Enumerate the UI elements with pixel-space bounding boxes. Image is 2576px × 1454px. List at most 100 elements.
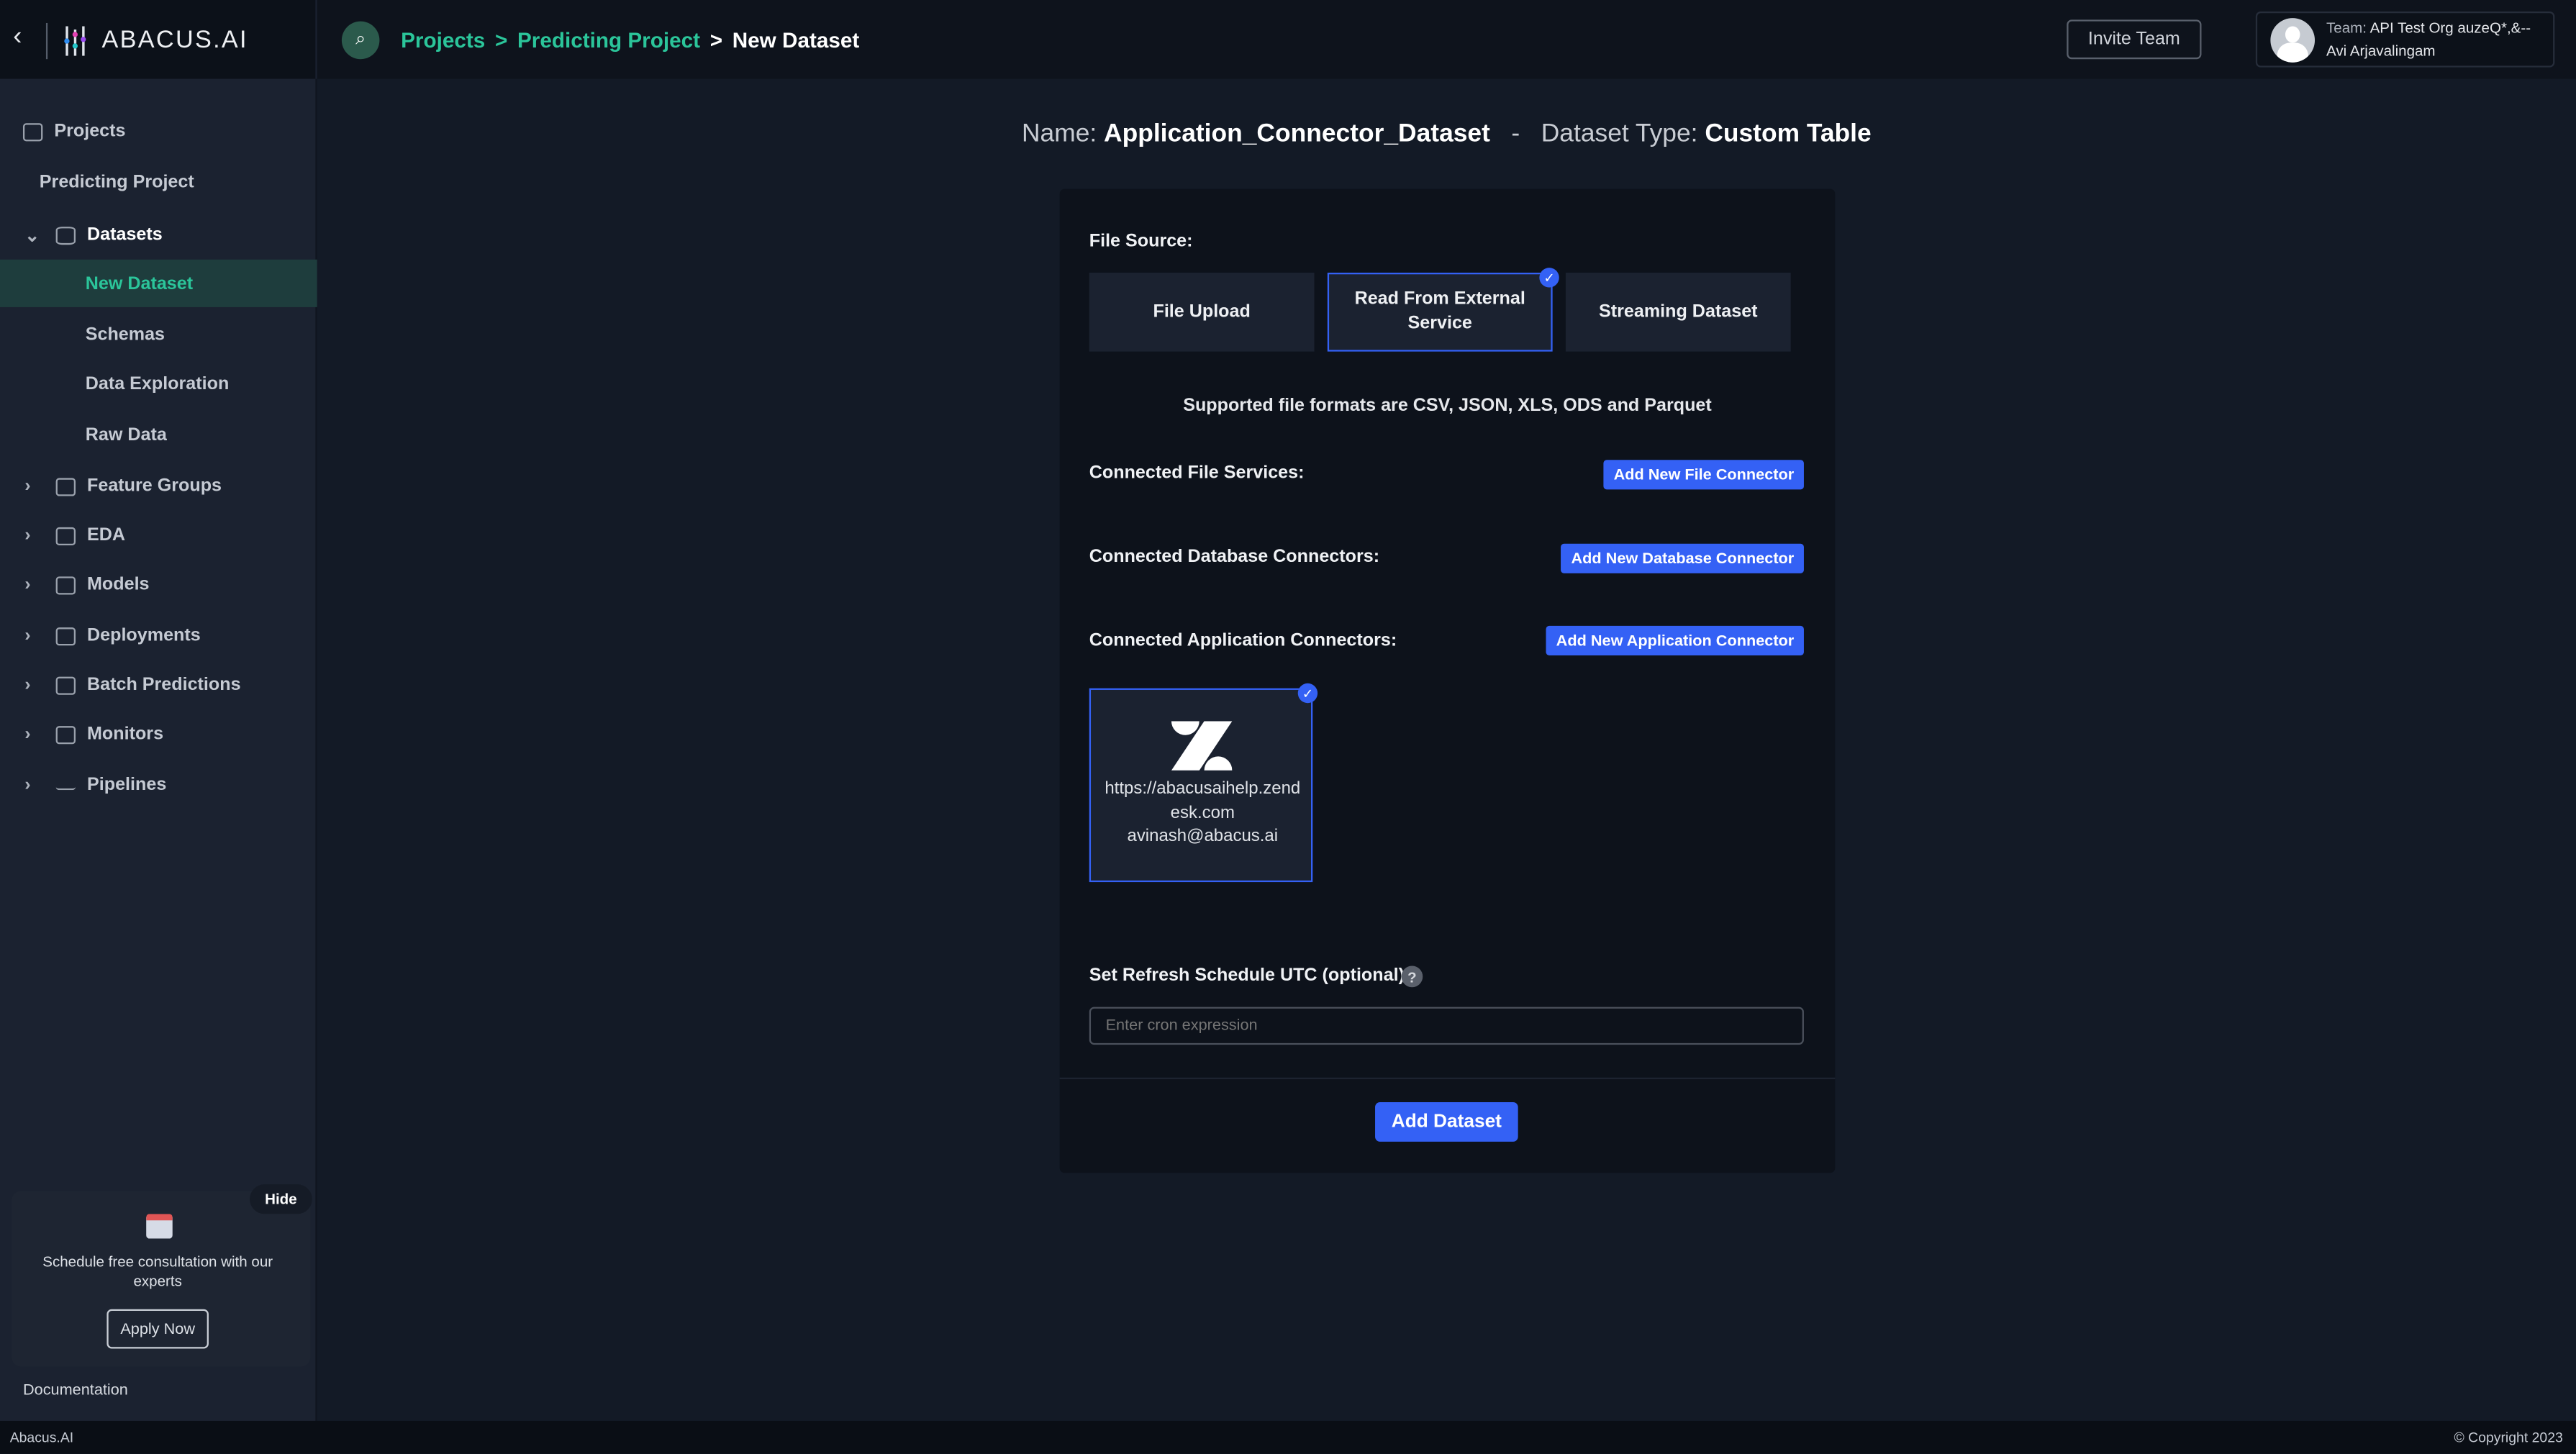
sidebar-item-label: Deployments	[87, 625, 201, 646]
add-file-connector-button[interactable]: Add New File Connector	[1603, 460, 1804, 490]
connector-email: avinash@abacus.ai	[1127, 826, 1279, 846]
batch-predictions-icon	[55, 676, 76, 694]
breadcrumb-sep: >	[709, 27, 723, 53]
sidebar-item-label: EDA	[87, 525, 126, 546]
chevron-down-icon: ⌄	[24, 225, 40, 246]
breadcrumb-predicting-project[interactable]: Predicting Project	[517, 28, 700, 53]
breadcrumb: Projects > Predicting Project > New Data…	[401, 28, 859, 53]
account-menu[interactable]: Team: API Test Org auzeQ*,&-- Avi Arjava…	[2255, 11, 2555, 68]
sidebar-item-label: Raw Data	[85, 425, 167, 445]
apply-now-button[interactable]: Apply Now	[106, 1309, 209, 1349]
deployments-icon	[55, 627, 76, 645]
connector-url: https://abacusaihelp.zendesk.com	[1105, 778, 1301, 823]
divider	[45, 22, 48, 60]
chevron-right-icon: ›	[24, 525, 31, 546]
hide-button[interactable]: Hide	[250, 1184, 312, 1214]
avatar	[2270, 18, 2316, 63]
chevron-right-icon: ›	[24, 575, 31, 595]
file-services-label: Connected File Services:	[1089, 463, 1305, 483]
add-dataset-button[interactable]: Add Dataset	[1375, 1102, 1518, 1142]
sidebar-item-deployments[interactable]: › Deployments	[0, 613, 317, 659]
title-dash: -	[1511, 119, 1520, 148]
brand-name: ABACUS.AI	[101, 26, 248, 55]
sidebar-item-new-dataset[interactable]: New Dataset	[0, 259, 317, 307]
folder-icon	[22, 122, 43, 141]
sidebar-item-pipelines[interactable]: › Pipelines	[0, 762, 317, 808]
add-database-connector-button[interactable]: Add New Database Connector	[1561, 543, 1804, 573]
chevron-right-icon: ›	[24, 625, 31, 646]
page-title: Name: Application_Connector_Dataset - Da…	[317, 120, 2576, 150]
sidebar-item-projects[interactable]: Projects	[0, 109, 317, 155]
promo-text: Schedule free consultation with our expe…	[42, 1253, 273, 1290]
sidebar-item-label: Predicting Project	[39, 172, 194, 193]
sidebar-item-datasets[interactable]: ⌄ Datasets	[0, 212, 317, 258]
sidebar-item-label: Models	[87, 575, 150, 595]
sidebar-item-eda[interactable]: › EDA	[0, 512, 317, 558]
sidebar-item-feature-groups[interactable]: › Feature Groups	[0, 463, 317, 509]
sidebar-item-label: Batch Predictions	[87, 675, 241, 695]
chevron-right-icon: ›	[24, 775, 31, 796]
search-icon: ⌕	[355, 29, 366, 50]
file-source-label: File Source:	[1089, 231, 1193, 252]
connector-selected-check-icon: ✓	[1297, 683, 1318, 704]
cron-expression-input[interactable]	[1089, 1007, 1804, 1045]
chevron-right-icon: ›	[24, 476, 31, 496]
name-label: Name:	[1021, 119, 1097, 148]
source-streaming-dataset[interactable]: Streaming Dataset	[1565, 273, 1791, 352]
breadcrumb-projects[interactable]: Projects	[401, 28, 485, 53]
dataset-form-card: File Source: File Upload Read From Exter…	[1059, 188, 1836, 1173]
footer: Abacus.AI © Copyright 2023	[0, 1420, 2576, 1454]
dataset-name: Application_Connector_Dataset	[1104, 119, 1490, 148]
sidebar-item-label: Datasets	[87, 224, 163, 245]
refresh-schedule-label: Set Refresh Schedule UTC (optional):	[1089, 965, 1411, 986]
help-icon[interactable]: ?	[1401, 965, 1423, 988]
database-icon	[55, 225, 76, 245]
sidebar-item-models[interactable]: › Models	[0, 562, 317, 608]
models-icon	[55, 576, 76, 594]
brand-area: ‹ ABACUS.AI	[0, 0, 317, 79]
source-file-upload[interactable]: File Upload	[1089, 273, 1315, 352]
feature-groups-icon	[55, 477, 76, 496]
invite-team-button[interactable]: Invite Team	[2067, 19, 2202, 60]
sidebar-item-data-exploration[interactable]: Data Exploration	[0, 361, 317, 407]
copyright: © Copyright 2023	[2454, 1429, 2563, 1446]
breadcrumb-current: New Dataset	[732, 27, 860, 53]
eda-icon	[55, 526, 76, 545]
selected-check-icon: ✓	[1539, 268, 1559, 288]
sidebar-item-label: Pipelines	[87, 775, 167, 796]
calendar-icon	[146, 1214, 173, 1239]
chevron-right-icon: ›	[24, 724, 31, 745]
sidebar-item-monitors[interactable]: › Monitors	[0, 712, 317, 758]
footer-brand: Abacus.AI	[9, 1429, 74, 1446]
documentation-link[interactable]: Documentation	[23, 1381, 128, 1399]
pipelines-icon	[55, 781, 76, 791]
breadcrumb-sep: >	[494, 27, 508, 53]
sidebar-item-label: Data Exploration	[85, 374, 230, 394]
dataset-type: Custom Table	[1705, 119, 1872, 148]
sidebar-item-label: Schemas	[85, 325, 165, 345]
type-label: Dataset Type:	[1541, 119, 1698, 148]
database-connectors-label: Connected Database Connectors:	[1089, 547, 1380, 567]
abacus-logo-icon	[64, 26, 86, 56]
sidebar-item-batch-predictions[interactable]: › Batch Predictions	[0, 662, 317, 708]
sidebar-item-raw-data[interactable]: Raw Data	[0, 412, 317, 458]
team-name: API Test Org auzeQ*,&--	[2369, 19, 2531, 37]
monitors-icon	[55, 725, 76, 744]
back-chevron-icon[interactable]: ‹	[13, 23, 22, 53]
sidebar-item-label: Feature Groups	[87, 476, 222, 496]
search-button[interactable]: ⌕	[341, 21, 380, 60]
zendesk-logo-icon	[1171, 721, 1233, 771]
supported-formats: Supported file formats are CSV, JSON, XL…	[1183, 396, 1712, 416]
add-application-connector-button[interactable]: Add New Application Connector	[1546, 625, 1804, 655]
sidebar-item-predicting-project[interactable]: Predicting Project	[0, 159, 317, 205]
user-name: Avi Arjavalingam	[2326, 42, 2436, 60]
connector-tile-zendesk[interactable]: https://abacusaihelp.zendesk.com avinash…	[1089, 688, 1313, 883]
application-connectors-label: Connected Application Connectors:	[1089, 630, 1397, 651]
sidebar-item-schemas[interactable]: Schemas	[0, 312, 317, 358]
source-external-service[interactable]: Read From External Service	[1327, 273, 1553, 352]
sidebar-item-label: Monitors	[87, 724, 164, 745]
divider	[1059, 1077, 1836, 1080]
chevron-right-icon: ›	[24, 675, 31, 695]
sidebar-item-label: Projects	[54, 121, 126, 142]
team-prefix: Team:	[2326, 19, 2367, 37]
